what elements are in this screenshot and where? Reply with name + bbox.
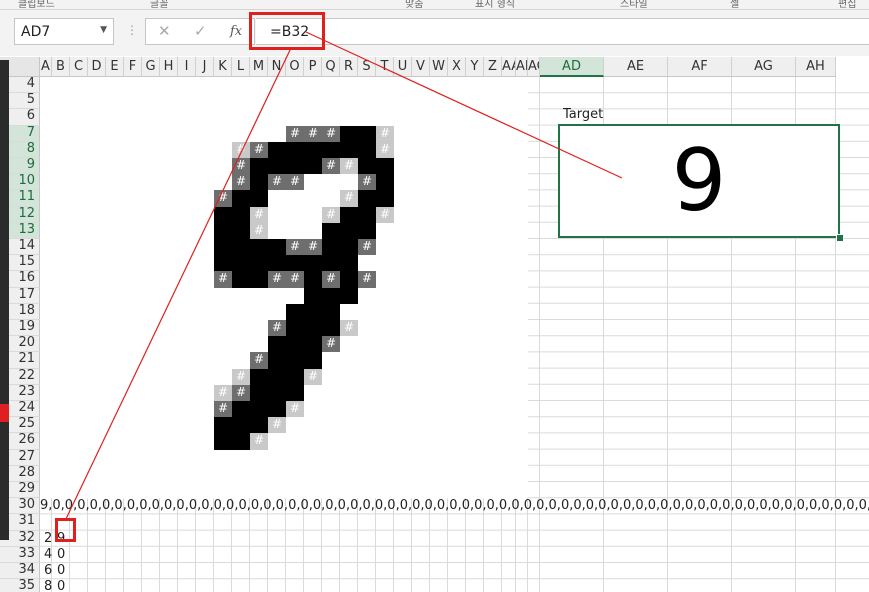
annotation-line-formula-to-cell — [64, 47, 292, 522]
annotation-line-formula-to-target — [305, 31, 623, 179]
annotation-lines — [64, 31, 623, 522]
